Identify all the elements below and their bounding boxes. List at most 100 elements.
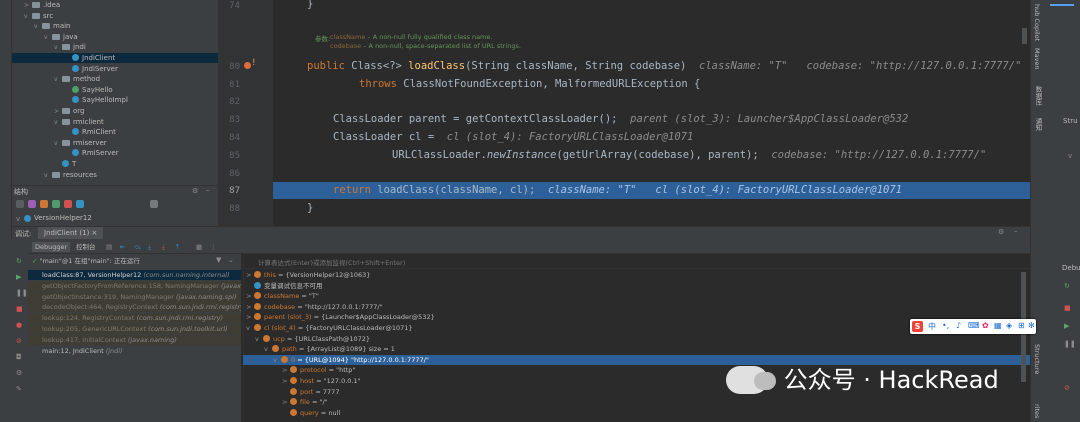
override-icon[interactable] [244, 62, 251, 69]
toolbox-icon[interactable]: ▦ [994, 321, 1002, 330]
variable-row[interactable]: port = 7777 [282, 387, 339, 397]
chevron-down-icon[interactable]: v [273, 355, 281, 365]
resume-icon[interactable]: ▶ [16, 273, 21, 281]
favorites-side-tab[interactable]: rites [1033, 404, 1041, 418]
rerun-icon[interactable]: ↻ [16, 257, 22, 265]
variable-row[interactable]: 变量调试信息不可用 [246, 281, 323, 291]
tree-item[interactable]: v main [12, 21, 218, 31]
chevron-icon[interactable]: v [54, 139, 62, 149]
structure-side-tab[interactable]: Structure [1033, 344, 1041, 374]
code-line-84[interactable]: ClassLoader cl = cl (slot_4): FactoryURL… [333, 129, 693, 146]
tree-item[interactable]: v resources [12, 170, 218, 180]
code-line-81[interactable]: throws ClassNotFoundException, Malformed… [359, 76, 700, 93]
chevron-icon[interactable]: v [54, 43, 62, 53]
mute-breakpoints-icon[interactable]: ⊘ [16, 337, 22, 345]
stop-icon[interactable]: ■ [16, 305, 23, 313]
tree-item[interactable]: T [12, 159, 218, 169]
variable-row[interactable]: > codebase = "http://127.0.0.1:7777/" [246, 302, 383, 312]
microphone-icon[interactable]: ♪ [956, 321, 961, 330]
chevron-down-icon[interactable]: v [16, 215, 20, 223]
tree-item[interactable]: v src [12, 11, 218, 21]
chevron-down-icon[interactable]: v [1068, 152, 1072, 160]
more-icon[interactable]: ⋮ [210, 242, 217, 252]
variable-row[interactable]: > parent (slot_3) = {Launcher$AppClassLoa… [246, 312, 435, 322]
chevron-down-icon[interactable]: ⌄ [228, 256, 234, 264]
tab-debugger[interactable]: Debugger [32, 242, 71, 252]
field-filter-icon[interactable] [40, 200, 48, 208]
variable-row[interactable]: > host = "127.0.0.1" [282, 376, 361, 386]
pause-icon[interactable]: ❚❚ [16, 289, 28, 297]
code-line-80[interactable]: public Class<?> loadClass(String classNa… [307, 58, 1021, 75]
tree-item[interactable]: v rmiserver [12, 138, 218, 148]
tree-item[interactable]: v java [12, 32, 218, 42]
show-execution-point-icon[interactable]: ⇤ [120, 242, 125, 252]
ime-punct-icon[interactable]: •, [942, 321, 949, 330]
variable-row[interactable]: v path = {ArrayList@1089} size = 1 [264, 344, 395, 354]
stack-frame[interactable]: lookup:205, GenericURLContext (com.sun.j… [28, 324, 241, 334]
chevron-icon[interactable]: > [24, 1, 32, 11]
filter-icon[interactable] [150, 200, 158, 208]
session-tab[interactable]: JndiClient (1) × [38, 227, 104, 239]
minimize-icon[interactable]: – [1014, 227, 1018, 235]
chevron-icon[interactable]: v [24, 12, 32, 22]
keyboard-icon[interactable]: ⌨ [968, 321, 980, 330]
camera-icon[interactable]: ◘ [16, 353, 22, 361]
pause-icon[interactable]: ❚❚ [1064, 340, 1076, 348]
tree-item[interactable]: JndiClient [12, 53, 218, 63]
structure-item[interactable]: VersionHelper12 [34, 214, 92, 222]
settings-icon[interactable]: ⚙ [16, 369, 22, 377]
code-line-74[interactable]: } [307, 0, 313, 13]
tree-item[interactable]: v rmiclient [12, 117, 218, 127]
gear-icon[interactable]: ⚙ [192, 187, 198, 195]
chevron-down-icon[interactable]: v [255, 334, 263, 344]
code-line-88[interactable]: } [307, 200, 313, 217]
tree-item[interactable]: v jndi [12, 42, 218, 52]
chevron-right-icon[interactable]: > [282, 365, 290, 375]
chevron-icon[interactable]: v [44, 33, 52, 43]
filter-icon[interactable]: ▼ [216, 256, 221, 264]
anonymous-icon[interactable] [76, 200, 84, 208]
chevron-icon[interactable]: v [34, 22, 42, 32]
mute-breakpoints-icon[interactable]: ⊘ [1064, 384, 1070, 392]
resume-icon[interactable]: ▶ [1064, 322, 1069, 330]
code-line-83[interactable]: ClassLoader parent = getContextClassLoad… [333, 111, 908, 128]
variable-row[interactable]: > this = {VersionHelper12@1063} [246, 270, 370, 280]
lambda-icon[interactable] [64, 200, 72, 208]
chevron-down-icon[interactable]: v [246, 323, 254, 333]
close-icon[interactable]: × [92, 229, 98, 237]
chevron-right-icon[interactable]: > [246, 302, 254, 312]
chevron-icon[interactable]: v [44, 171, 52, 181]
stack-frame[interactable]: getObjectInstance:319, NamingManager (ja… [28, 291, 241, 302]
evaluate-icon[interactable]: ▦ [196, 242, 202, 252]
variable-row[interactable]: query = null [282, 408, 340, 418]
grid-icon[interactable]: ⊞ [1018, 321, 1025, 330]
stack-frame[interactable]: decodeObject:464, RegistryContext (com.s… [28, 302, 241, 313]
thread-selector[interactable]: ✓ "main"@1 在组"main": 正在运行 [28, 255, 241, 267]
tree-item[interactable]: RmiClient [12, 127, 218, 137]
chevron-right-icon[interactable]: > [282, 397, 290, 407]
chevron-right-icon[interactable]: > [282, 376, 290, 386]
editor-scrollbar[interactable] [1022, 28, 1027, 44]
code-line-87[interactable]: return loadClass(className, cl); classNa… [333, 182, 902, 199]
tree-item[interactable]: > .idea [12, 0, 218, 10]
chevron-right-icon[interactable]: > [246, 291, 254, 301]
copilot-tab[interactable]: hub Copilot [1033, 4, 1041, 41]
chevron-icon[interactable]: v [54, 75, 62, 85]
chevron-down-icon[interactable]: v [264, 344, 272, 354]
game-icon[interactable]: ◈ [1006, 321, 1012, 330]
ime-mode[interactable]: 中 [928, 321, 936, 332]
variable-row[interactable]: v cl (slot_4) = {FactoryURLClassLoader@10… [246, 323, 413, 333]
sort-icon[interactable] [16, 200, 24, 208]
stack-frame[interactable]: lookup:417, InitialContext (javax.naming… [28, 334, 241, 345]
evaluate-input[interactable]: 计算表达式(Enter)或添加监视(Ctrl+Shift+Enter) [258, 257, 405, 267]
rerun-icon[interactable]: ↻ [1064, 282, 1070, 290]
code-line-85[interactable]: URLClassLoader.newInstance(getUrlArray(c… [392, 147, 986, 164]
variable-row[interactable]: > file = "/" [282, 397, 328, 407]
skin-icon[interactable]: ✿ [982, 321, 989, 330]
stack-frame[interactable]: main:12, JndiClient (jndi) [28, 346, 241, 356]
gear-icon[interactable]: ⚙ [998, 228, 1004, 236]
variable-row[interactable]: > protocol = "http" [282, 365, 355, 375]
tree-item[interactable]: > org [12, 106, 218, 116]
method-filter-icon[interactable] [28, 200, 36, 208]
stack-frame[interactable]: loadClass:87, VersionHelper12 (com.sun.n… [28, 270, 241, 280]
